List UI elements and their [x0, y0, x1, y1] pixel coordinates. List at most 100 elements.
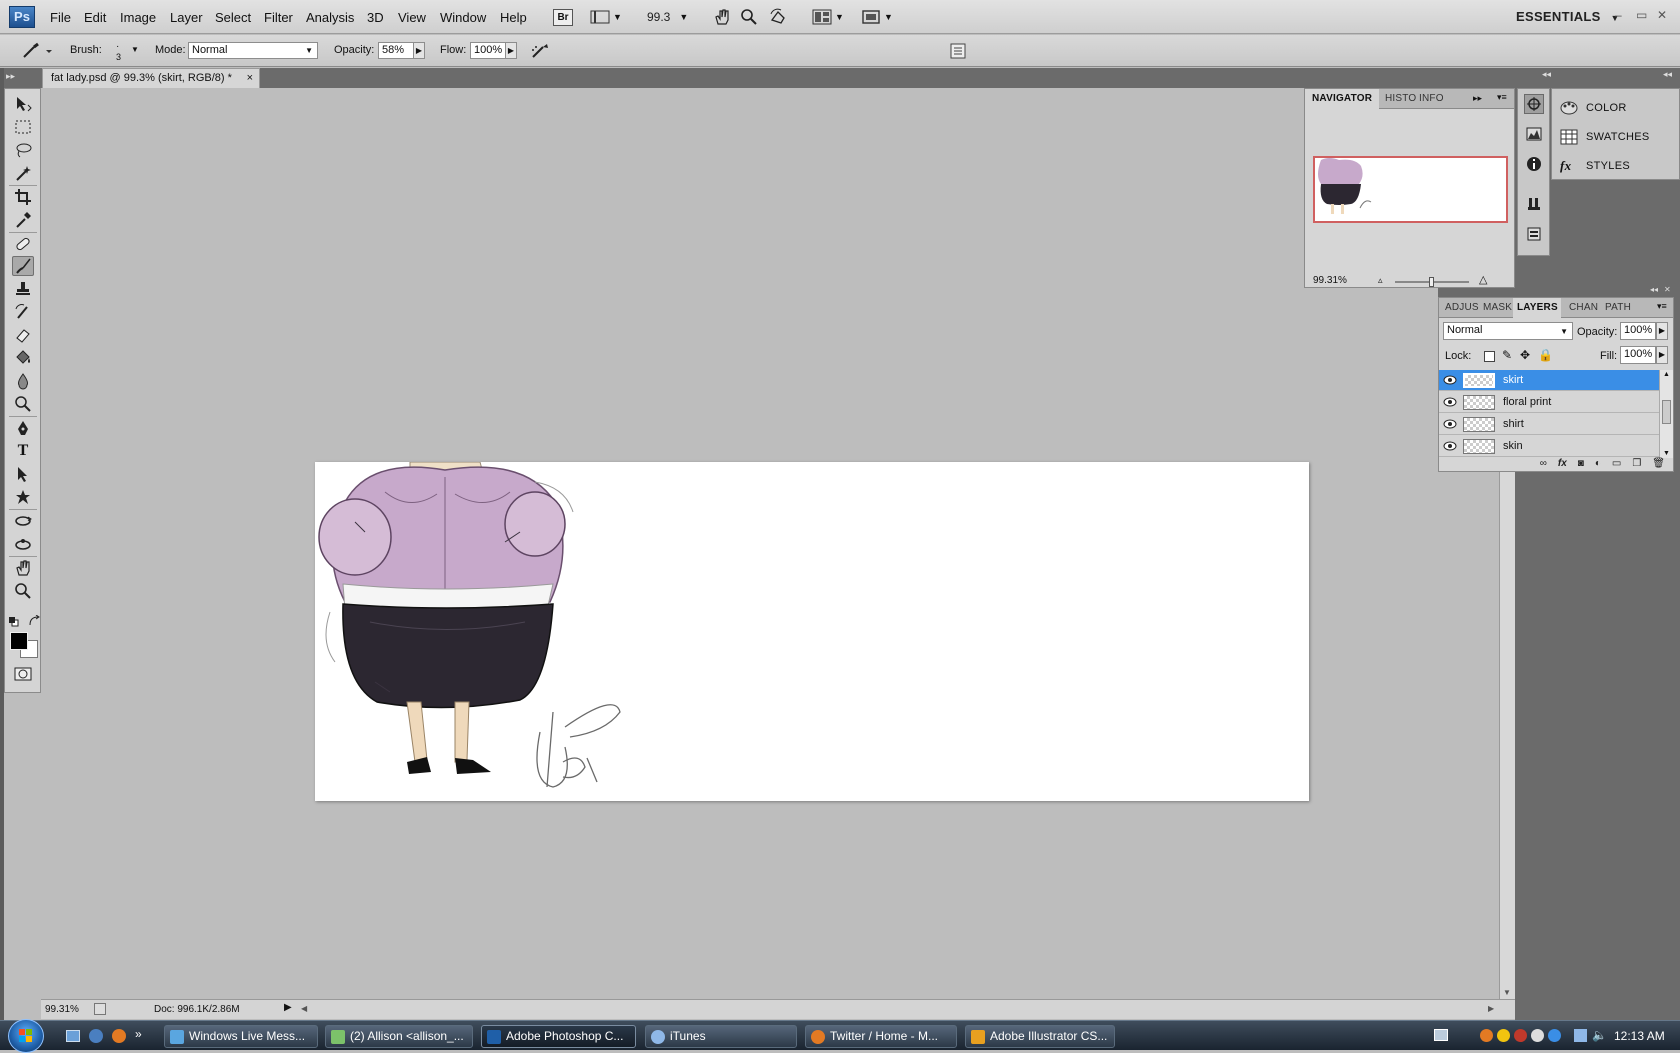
link-layers-icon[interactable]: ∞: [1540, 458, 1547, 472]
collapse-dock-icon[interactable]: ◂◂: [1663, 69, 1672, 80]
3d-orbit-tool[interactable]: [12, 534, 34, 554]
brush-panel-toggle[interactable]: [950, 43, 966, 59]
close-document-icon[interactable]: ×: [247, 69, 253, 88]
arrange-documents-button[interactable]: ▼: [812, 7, 844, 27]
menu-filter[interactable]: Filter: [264, 10, 293, 25]
menu-image[interactable]: Image: [120, 10, 156, 25]
tab-paths[interactable]: PATH: [1605, 298, 1631, 318]
taskbar-item-illustrator[interactable]: Adobe Illustrator CS...: [965, 1025, 1115, 1048]
rotate-view-button[interactable]: [769, 7, 787, 27]
start-button[interactable]: [8, 1019, 44, 1053]
workspace-switcher[interactable]: ESSENTIALS ▼: [1516, 9, 1620, 24]
color-panel-button[interactable]: COLOR: [1560, 97, 1627, 119]
quick-mask-button[interactable]: [14, 667, 32, 681]
network-icon[interactable]: [1574, 1029, 1587, 1042]
info-panel-button[interactable]: [1524, 154, 1544, 174]
minimize-button[interactable]: –: [1615, 8, 1622, 22]
tray-icon[interactable]: [1548, 1029, 1561, 1042]
tray-icon[interactable]: [1497, 1029, 1510, 1042]
document-size-info[interactable]: Doc: 996.1K/2.86M: [154, 1004, 240, 1015]
eye-icon[interactable]: [1439, 441, 1461, 451]
crop-tool[interactable]: [12, 187, 34, 207]
taskbar-item-itunes[interactable]: iTunes: [645, 1025, 797, 1048]
history-brush-tool[interactable]: [12, 302, 34, 322]
fill-slider-button[interactable]: ▶: [1656, 346, 1668, 364]
menu-file[interactable]: File: [50, 10, 71, 25]
document-workspace[interactable]: [41, 88, 1499, 999]
language-bar-icon[interactable]: [1434, 1029, 1448, 1041]
layer-row[interactable]: skin: [1439, 436, 1659, 457]
collapse-dock-icon[interactable]: ◂◂: [1542, 69, 1551, 80]
layer-row[interactable]: floral print: [1439, 392, 1659, 413]
taskbar-item-photoshop[interactable]: Adobe Photoshop C...: [481, 1025, 636, 1048]
menu-edit[interactable]: Edit: [84, 10, 106, 25]
scroll-thumb[interactable]: [1662, 400, 1671, 424]
healing-brush-tool[interactable]: [12, 234, 34, 254]
menu-analysis[interactable]: Analysis: [306, 10, 354, 25]
layer-name[interactable]: skirt: [1503, 374, 1523, 386]
layer-name[interactable]: shirt: [1503, 418, 1524, 430]
zoom-in-icon[interactable]: △: [1479, 273, 1487, 286]
restore-button[interactable]: ▭: [1636, 8, 1647, 22]
tray-icon[interactable]: [1480, 1029, 1493, 1042]
panel-expand-icon[interactable]: ▸▸: [1473, 93, 1482, 104]
zoom-tool-button[interactable]: [740, 7, 758, 27]
volume-icon[interactable]: 🔈: [1592, 1028, 1607, 1042]
swatches-panel-button[interactable]: SWATCHES: [1560, 126, 1650, 148]
3d-rotate-tool[interactable]: [12, 511, 34, 531]
fill-input[interactable]: 100%: [1620, 346, 1656, 364]
histogram-panel-button[interactable]: [1524, 124, 1544, 144]
shape-tool[interactable]: [12, 487, 34, 507]
close-window-button[interactable]: ✕: [1657, 8, 1667, 22]
lock-transparent-icon[interactable]: [1484, 351, 1495, 362]
type-tool[interactable]: T: [12, 441, 34, 461]
eye-icon[interactable]: [1439, 419, 1461, 429]
screen-mode-button[interactable]: ▼: [590, 7, 622, 27]
paint-bucket-tool[interactable]: [12, 348, 34, 368]
menu-select[interactable]: Select: [215, 10, 251, 25]
layer-row[interactable]: shirt: [1439, 414, 1659, 435]
zoom-out-icon[interactable]: ▵: [1378, 275, 1383, 286]
tab-info[interactable]: INFO: [1419, 89, 1444, 109]
blend-mode-select[interactable]: Normal ▼: [1443, 322, 1573, 340]
panel-menu-icon[interactable]: ▾≡: [1497, 92, 1507, 103]
scroll-up-icon[interactable]: ▲: [1663, 371, 1670, 378]
tab-channels[interactable]: CHAN: [1569, 298, 1598, 318]
scroll-down-icon[interactable]: ▼: [1663, 450, 1670, 457]
flow-slider-button[interactable]: ▶: [505, 42, 517, 59]
tray-icon[interactable]: [1514, 1029, 1527, 1042]
default-colors-button[interactable]: [9, 617, 19, 627]
navigator-preview[interactable]: [1313, 156, 1508, 223]
slider-thumb[interactable]: [1429, 277, 1434, 287]
tab-history[interactable]: HISTO: [1385, 89, 1416, 109]
tool-preset-picker[interactable]: [20, 41, 52, 61]
hand-tool-button[interactable]: [713, 7, 731, 27]
navigator-panel-button[interactable]: [1524, 94, 1544, 114]
opacity-slider-button[interactable]: ▶: [413, 42, 425, 59]
taskbar-item-messenger[interactable]: Windows Live Mess...: [164, 1025, 318, 1048]
menu-3d[interactable]: 3D: [367, 10, 384, 25]
airbrush-toggle[interactable]: [530, 42, 550, 60]
taskbar-item-email[interactable]: (2) Allison <allison_...: [325, 1025, 473, 1048]
tab-adjustments[interactable]: ADJUS: [1445, 298, 1479, 318]
new-group-icon[interactable]: ▭: [1612, 458, 1621, 472]
document-canvas[interactable]: [315, 462, 1309, 801]
move-tool[interactable]: [12, 94, 34, 114]
navigator-zoom-value[interactable]: 99.31%: [1313, 275, 1347, 286]
hand-tool[interactable]: [12, 558, 34, 578]
blur-tool[interactable]: [12, 371, 34, 391]
layer-style-fx-icon[interactable]: fx: [1558, 458, 1567, 472]
pen-tool[interactable]: [12, 418, 34, 438]
brush-tool[interactable]: [12, 256, 34, 276]
clock[interactable]: 12:13 AM: [1614, 1029, 1665, 1043]
layer-name[interactable]: skin: [1503, 440, 1523, 452]
navigator-zoom-slider[interactable]: [1395, 277, 1469, 287]
lasso-tool[interactable]: [12, 140, 34, 160]
clone-source-panel-button[interactable]: [1524, 224, 1544, 244]
adjustment-layer-icon[interactable]: ◐: [1595, 458, 1601, 472]
more-quicklaunch-icon[interactable]: »: [135, 1027, 142, 1041]
lock-all-icon[interactable]: 🔒: [1538, 348, 1553, 362]
bridge-button[interactable]: Br: [553, 7, 573, 27]
tab-masks[interactable]: MASK: [1483, 298, 1512, 318]
menu-window[interactable]: Window: [440, 10, 486, 25]
